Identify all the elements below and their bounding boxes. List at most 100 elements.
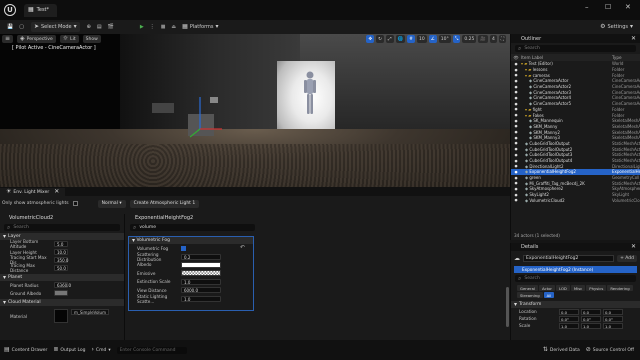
derived-data-button[interactable]: ⇅ Derived Data <box>543 347 580 353</box>
outliner-row[interactable]: ● ◆ ExponentialHeightFog2 ExponentialHei <box>511 169 640 175</box>
property-value-input[interactable]: 1.0 <box>181 278 221 285</box>
select-mode-dropdown[interactable]: ➤ Select Mode ▾ <box>30 22 80 32</box>
grid-snap-icon[interactable]: # <box>407 35 415 43</box>
component-row-selected[interactable]: ExponentialHeightFog2 (Instance) <box>514 266 637 273</box>
filter-physics[interactable]: Physics <box>586 285 607 291</box>
visibility-eye-icon[interactable]: ● <box>511 187 521 191</box>
visibility-eye-icon[interactable]: ● <box>511 198 521 202</box>
outliner-tab[interactable]: Outliner ✕ <box>511 34 640 43</box>
world-space-icon[interactable]: 🌐 <box>395 35 406 43</box>
outliner-row[interactable]: ● ◆ green GeometryColl <box>511 175 640 181</box>
save-icon[interactable]: 💾 <box>4 22 16 32</box>
visibility-eye-icon[interactable]: ● <box>511 170 521 174</box>
maximize-button[interactable]: ☐ <box>605 3 611 11</box>
visibility-eye-icon[interactable]: ● <box>511 85 521 89</box>
visibility-eye-icon[interactable]: ● <box>511 68 521 72</box>
outliner-row[interactable]: ● ▾ ▰ Fakes Folder <box>511 112 640 118</box>
actor-name-input[interactable]: ExponentialHeightFog2 <box>523 255 615 262</box>
outliner-row[interactable]: ● ▾ ▰ lessons Folder <box>511 67 640 73</box>
outliner-row[interactable]: ● ▾ ▰ fight Folder <box>511 107 640 113</box>
outliner-row[interactable]: ● ◆ CubeGridToolOutput2 StaticMeshAct <box>511 146 640 152</box>
visibility-eye-icon[interactable]: ● <box>511 147 521 151</box>
close-tab-icon[interactable]: ✕ <box>54 189 59 195</box>
camera-rig-gizmo[interactable] <box>150 89 240 149</box>
visibility-eye-icon[interactable]: ● <box>511 79 521 83</box>
translate-tool-icon[interactable]: ✥ <box>366 35 375 43</box>
panel-scrollbar[interactable] <box>506 287 509 327</box>
outliner-row[interactable]: ● ◆ SKM_Manny SkeletalMeshA <box>511 124 640 130</box>
add-component-button[interactable]: + Add <box>617 255 637 262</box>
blueprint-icon[interactable]: ▤ <box>94 22 105 32</box>
outliner-row[interactable]: ● ◆ SkyLight2 SkyLight <box>511 192 640 198</box>
filter-streaming[interactable]: Streaming <box>517 292 543 298</box>
unreal-logo-icon[interactable]: U <box>4 4 16 16</box>
ground-albedo-swatch[interactable] <box>54 290 68 296</box>
filter-lod[interactable]: LOD <box>555 285 570 291</box>
level-viewport[interactable]: ≡ ◈ Perspective ☼ Lit Show ✥ ↻ ⤢ 🌐 # 10 ∠ … <box>0 34 510 187</box>
outliner-row[interactable]: ● ◆ CineCameraActor5 CineCameraAct <box>511 101 640 107</box>
outliner-row[interactable]: ● ◆ DirectionalLight2 DirectionalLigh <box>511 163 640 169</box>
visibility-eye-icon[interactable]: ● <box>511 102 521 106</box>
reset-arrow-icon[interactable]: ↶ <box>240 245 245 251</box>
cloud-search-input[interactable]: ⌕ Search <box>4 224 120 231</box>
outliner-row[interactable]: ● ◆ CineCameraActor3 CineCameraAct <box>511 89 640 95</box>
visibility-eye-icon[interactable]: ● <box>511 124 521 128</box>
albedo-color-swatch[interactable] <box>181 261 221 268</box>
project-tab[interactable]: ▦ Test* <box>24 3 58 17</box>
cloud-material-section-header[interactable]: ▾ Cloud Material <box>0 299 124 306</box>
browse-icon[interactable]: ▢ <box>16 22 27 32</box>
visibility-eye-icon[interactable]: ● <box>511 96 521 100</box>
visibility-eye-icon[interactable]: ● <box>511 136 521 140</box>
details-tab[interactable]: Details ✕ <box>511 243 640 251</box>
cinematics-icon[interactable]: 🎬 <box>105 22 117 32</box>
property-value-input[interactable]: 6360.0 <box>54 282 71 288</box>
property-value-input[interactable]: 350.0 <box>54 257 68 263</box>
visibility-eye-icon[interactable]: ● <box>511 113 521 117</box>
outliner-row[interactable]: ● ◆ SKM_Manny3 SkeletalMeshA <box>511 135 640 141</box>
visibility-eye-icon[interactable]: ● <box>511 107 521 111</box>
platforms-dropdown[interactable]: ▦ Platforms ▾ <box>179 22 221 32</box>
outliner-row[interactable]: ● ◆ SKM_Manny2 SkeletalMeshA <box>511 129 640 135</box>
minimize-button[interactable]: – <box>585 3 589 11</box>
property-value-input[interactable]: 6000.0 <box>181 287 221 294</box>
visibility-eye-icon[interactable]: ● <box>511 193 521 197</box>
mode-dropdown[interactable]: Normal ▾ <box>97 199 126 208</box>
camera-speed-value[interactable]: 4 <box>489 35 497 43</box>
outliner-row[interactable]: ● ◆ CubeGridToolOutput4 StaticMeshAct <box>511 158 640 164</box>
only-show-atmospheric-checkbox[interactable] <box>72 201 78 206</box>
transform-z-input[interactable]: 0.0 <box>603 308 623 315</box>
filter-all[interactable]: All <box>543 292 555 298</box>
outliner-row[interactable]: ● ◆ CubeGridToolOutput StaticMeshAct <box>511 141 640 147</box>
rotation-snap-icon[interactable]: ∠ <box>428 35 437 43</box>
tab-env-light-mixer[interactable]: ☀ Env. Light Mixer ✕ <box>0 188 66 196</box>
play-options-icon[interactable]: ⋮ <box>147 22 158 32</box>
eject-icon[interactable]: ⏏ <box>168 22 179 32</box>
rotation-snap-value[interactable]: 10° <box>438 35 451 43</box>
outliner-row[interactable]: ● ▾ ▰ cameras Folder <box>511 72 640 78</box>
material-thumbnail[interactable] <box>54 309 68 323</box>
transform-y-input[interactable]: 1.0 <box>581 322 601 329</box>
property-value-input[interactable]: 5.0 <box>54 241 68 247</box>
scale-tool-icon[interactable]: ⤢ <box>385 35 394 43</box>
emissive-color-swatch[interactable] <box>181 270 221 277</box>
transform-z-input[interactable]: 1.0 <box>603 322 623 329</box>
outliner-row[interactable]: ● ◆ Mi_Graffiti_Tag_mcBecdj_2K StaticMeshA… <box>511 180 640 186</box>
transform-x-input[interactable]: 0.0 <box>559 308 579 315</box>
filter-actor[interactable]: Actor <box>538 285 555 291</box>
outliner-row[interactable]: ● ◆ CineCameraActor2 CineCameraAct <box>511 84 640 90</box>
settings-dropdown[interactable]: ⚙ Settings ▾ <box>597 22 636 32</box>
create-atmospheric-light-button[interactable]: Create Atmospheric Light 1 <box>129 199 200 208</box>
show-button[interactable]: Show <box>82 35 101 43</box>
planet-section-header[interactable]: ▾ Planet <box>0 274 124 281</box>
close-tab-icon[interactable]: ✕ <box>631 35 636 42</box>
outliner-search-input[interactable]: ⌕ Search <box>515 45 636 52</box>
fog-search-input[interactable]: ⌕ volume <box>130 224 255 231</box>
outliner-row[interactable]: ● ◆ CineCameraActor4 CineCameraAct <box>511 95 640 101</box>
rotate-tool-icon[interactable]: ↻ <box>376 35 384 43</box>
property-value-input[interactable]: 0.2 <box>181 253 221 260</box>
close-tab-icon[interactable]: ✕ <box>631 244 636 250</box>
source-control-button[interactable]: ⊘ Source Control Off <box>586 347 634 353</box>
grid-snap-value[interactable]: 10 <box>416 35 427 43</box>
viewport-menu-button[interactable]: ≡ <box>2 35 14 43</box>
transform-section-header[interactable]: ▾ Transform <box>511 301 640 308</box>
